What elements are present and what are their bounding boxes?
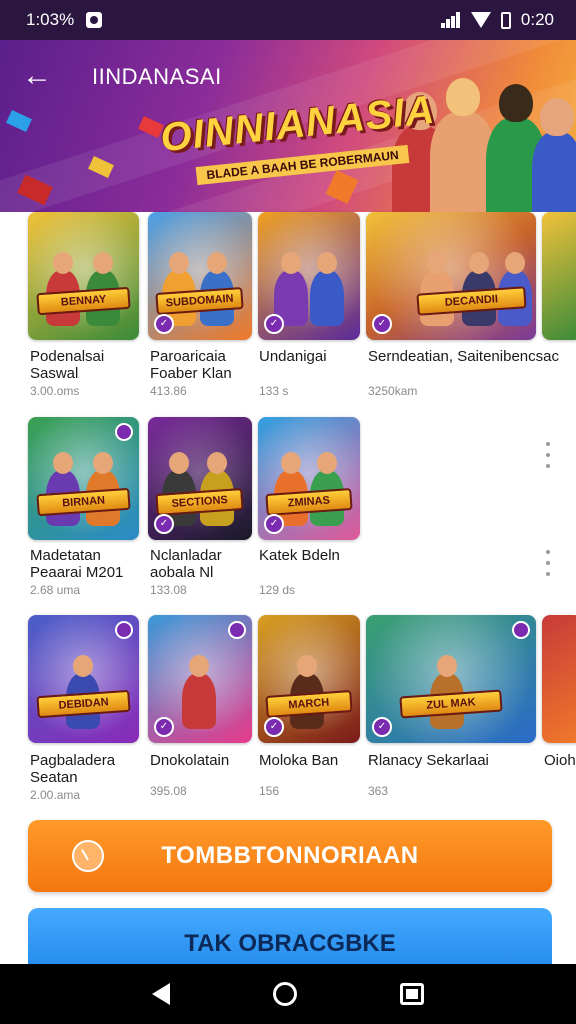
game-name: Serndeatian, Saitenibencsac <box>368 348 559 365</box>
game-size: 413.86 <box>150 384 187 398</box>
game-tile[interactable]: ✓ <box>148 615 252 743</box>
nav-home-icon[interactable] <box>272 982 297 1006</box>
game-size: 3250kam <box>368 384 418 398</box>
more-options-icon[interactable] <box>544 442 552 468</box>
game-tile[interactable]: BIRNAN <box>28 417 139 540</box>
game-size: 395.08 <box>150 784 187 798</box>
game-tile[interactable]: SUBDOMAIN ✓ <box>148 212 252 340</box>
game-size: 3.00.oms <box>30 384 80 398</box>
game-size: 2.00.ama <box>30 788 81 802</box>
game-name: Oioh <box>544 752 576 769</box>
app-badge-icon: ✓ <box>154 514 174 534</box>
status-time: 1:03% <box>26 10 75 29</box>
app-badge-icon: ✓ <box>372 717 392 737</box>
game-name: Paroaricaia Foaber Klan <box>150 348 232 382</box>
wifi-icon <box>470 12 491 28</box>
game-tile-peek[interactable] <box>542 212 576 340</box>
game-name: Undanigai <box>259 348 327 365</box>
game-tile-peek[interactable] <box>542 615 576 743</box>
game-size: 129 ds <box>259 583 296 597</box>
game-tile[interactable]: ZMINAS ✓ <box>258 417 360 540</box>
game-name: Rlanacy Sekarlaai <box>368 752 489 769</box>
hero-character <box>532 98 576 212</box>
app-badge-icon <box>228 621 246 639</box>
game-tile[interactable]: MARCH ✓ <box>258 615 360 743</box>
game-tile[interactable]: DEBIDAN <box>28 615 139 743</box>
primary-action-button[interactable]: TOMBBTONNORIAAN <box>28 820 552 892</box>
signal-icon <box>440 12 461 28</box>
app-badge-icon: ✓ <box>154 314 174 334</box>
game-name: Moloka Ban <box>259 752 339 769</box>
game-tile[interactable]: ✓ <box>258 212 360 340</box>
game-name: Nclanladar aobala Nl <box>150 547 222 581</box>
more-options-icon[interactable] <box>544 550 552 576</box>
app-badge-icon: ✓ <box>264 314 284 334</box>
app-badge-icon: ✓ <box>372 314 392 334</box>
system-navigation-bar <box>0 964 576 1024</box>
app-badge-icon <box>512 621 530 639</box>
battery-icon <box>500 11 511 29</box>
app-badge-icon <box>115 621 133 639</box>
status-clock: 0:20 <box>520 10 554 29</box>
game-name: Podenalsai Saswal <box>30 348 105 382</box>
app-badge-icon: ✓ <box>264 717 284 737</box>
game-tile[interactable]: DECANDII ✓ <box>366 212 536 340</box>
hero-banner[interactable]: ← IINDANASAI OINNIANASIA BLADE A BAAH BE… <box>0 40 576 212</box>
clock-icon <box>72 840 104 872</box>
game-size: 133.08 <box>150 583 187 597</box>
game-size: 363 <box>368 784 389 798</box>
game-tile[interactable]: ZUL MAK ✓ <box>366 615 536 743</box>
game-size: 133 s <box>259 384 289 398</box>
app-badge-icon: ✓ <box>154 717 174 737</box>
notification-icon <box>86 12 103 28</box>
app-title: IINDANASAI <box>92 64 222 89</box>
app-badge-icon: ✓ <box>264 514 284 534</box>
game-name: Dnokolatain <box>150 752 230 769</box>
game-tile[interactable]: BENNAY <box>28 212 139 340</box>
back-arrow-icon[interactable]: ← <box>22 60 60 92</box>
app-badge-icon <box>115 423 133 441</box>
game-size: 156 <box>259 784 280 798</box>
nav-back-icon[interactable] <box>151 983 170 1005</box>
game-name: Pagbaladera Seatan <box>30 752 116 786</box>
nav-recents-icon[interactable] <box>400 983 425 1005</box>
game-size: 2.68 uma <box>30 583 81 597</box>
game-tile[interactable]: SECTIONS ✓ <box>148 417 252 540</box>
game-name: Madetatan Peaarai M201 <box>30 547 124 581</box>
game-name: Katek Bdeln <box>259 547 340 564</box>
status-bar: 1:03% 0:20 <box>0 0 576 40</box>
secondary-button-label: TAK OBRACGBKE <box>184 930 396 957</box>
primary-button-label: TOMBBTONNORIAAN <box>161 842 419 869</box>
